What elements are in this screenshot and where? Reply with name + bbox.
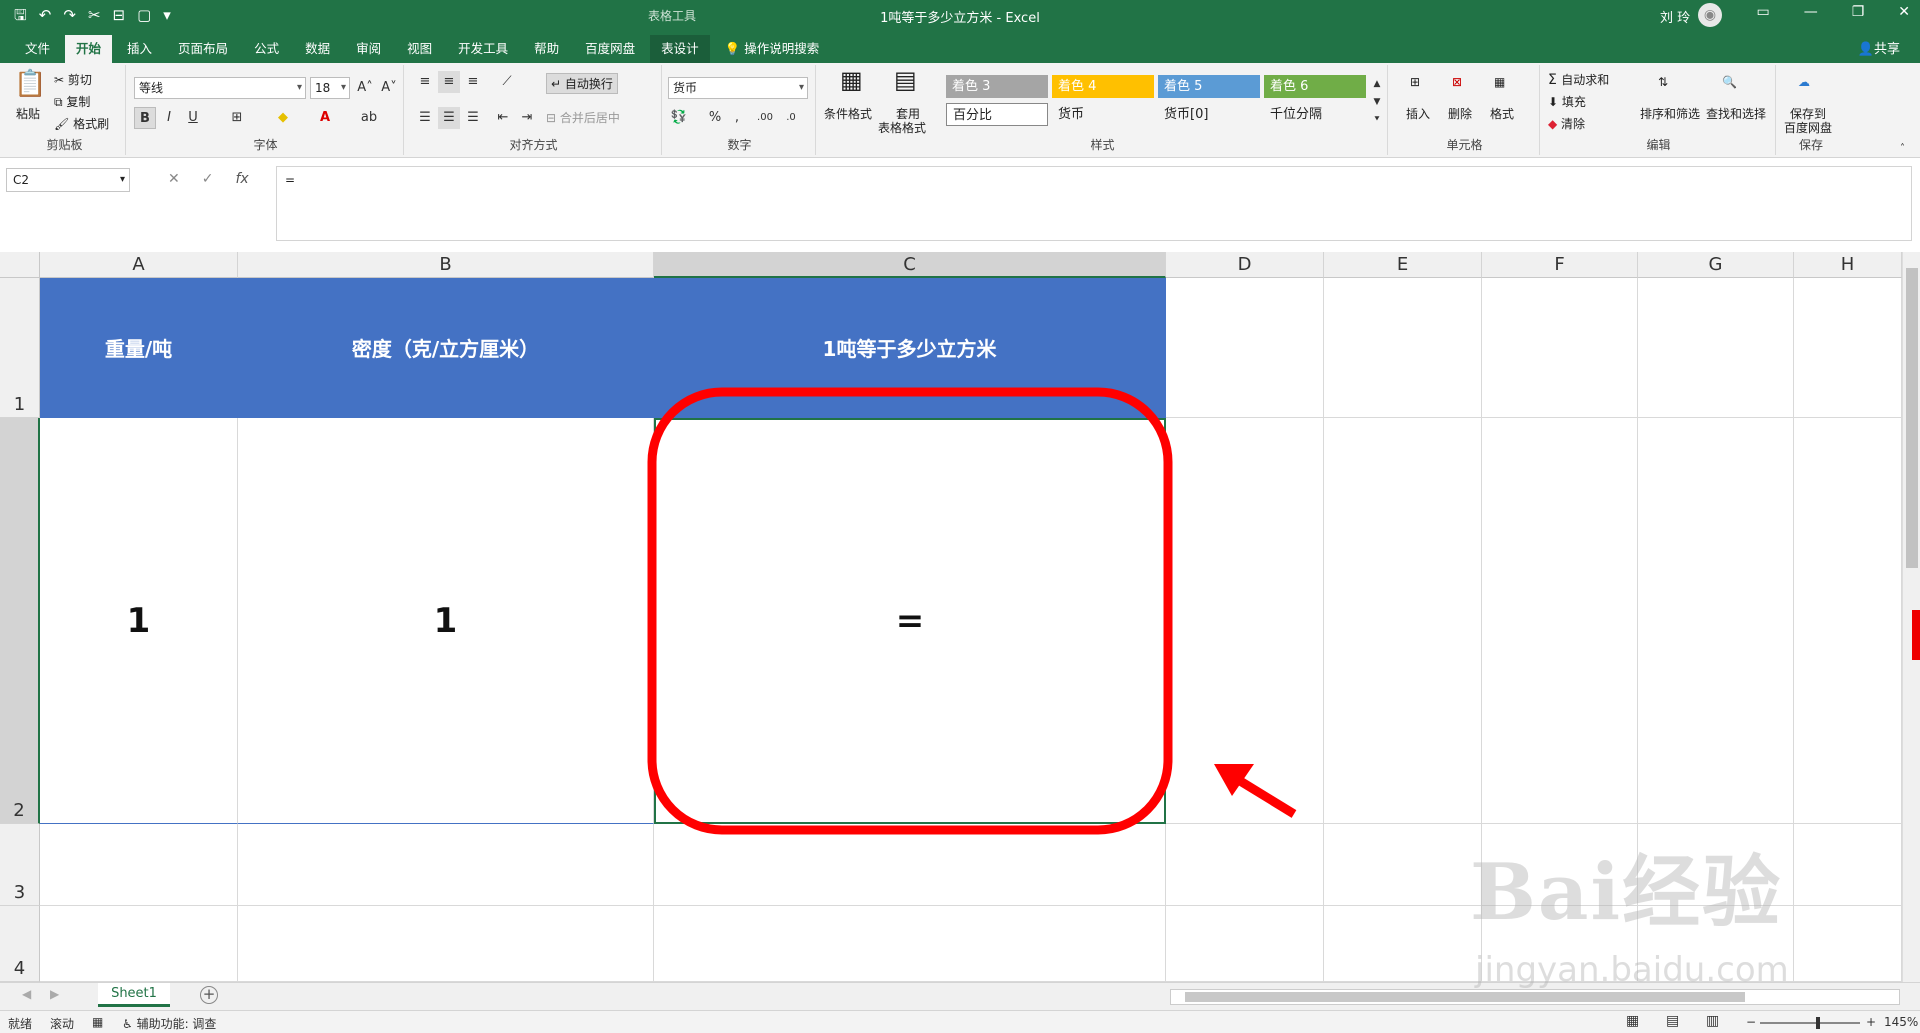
red-arrow-head xyxy=(1214,764,1254,796)
watermark-brand: Bai经验 xyxy=(1470,847,1783,938)
red-highlight-box xyxy=(647,387,1173,835)
watermark-url: jingyan.baidu.com xyxy=(1475,950,1789,990)
